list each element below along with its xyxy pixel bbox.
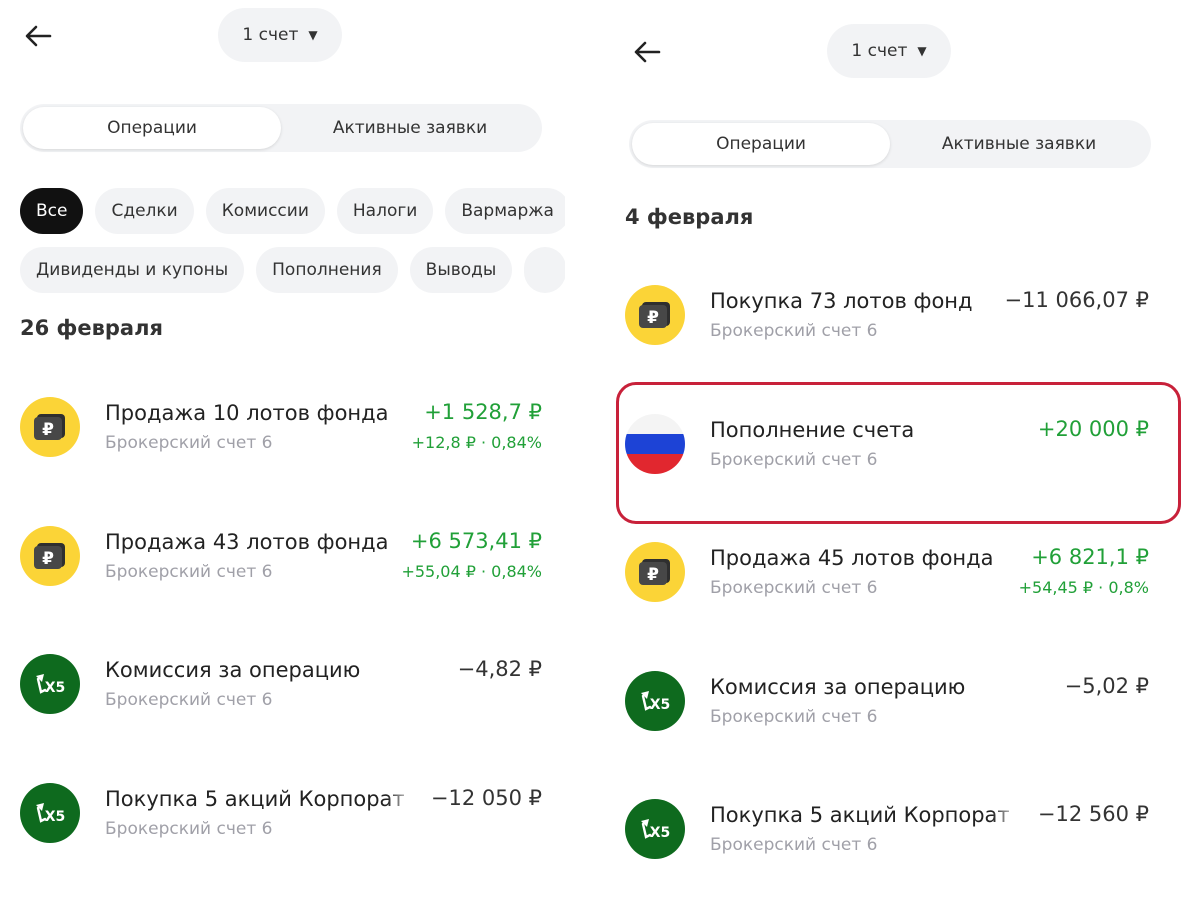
operation-account: Брокерский счет 6	[710, 321, 878, 341]
operation-amount: −5,02 ₽	[1064, 674, 1149, 698]
operation-title: Покупка 5 акций Корпорат	[710, 803, 1020, 827]
operation-account: Брокерский счет 6	[710, 835, 878, 855]
svg-text:X5: X5	[650, 697, 671, 713]
operation-profit: +54,45 ₽ · 0,8%	[1018, 578, 1149, 597]
x5-logo-icon: X5	[625, 799, 685, 859]
svg-text:₽: ₽	[42, 549, 54, 569]
ruble-fund-icon: ₽	[20, 526, 80, 586]
operation-amount: +6 573,41 ₽	[410, 529, 542, 553]
operation-amount: −11 066,07 ₽	[1004, 288, 1149, 312]
filter-chip-withdrawals[interactable]: Выводы	[409, 247, 513, 293]
svg-text:₽: ₽	[42, 420, 54, 440]
back-arrow-icon[interactable]	[18, 16, 58, 56]
operation-row[interactable]: ₽ Покупка 73 лотов фонд Брокерский счет …	[625, 275, 1152, 355]
date-header: 26 февраля	[20, 316, 163, 340]
tab-operations[interactable]: Операции	[632, 123, 890, 165]
filter-chip-dividends[interactable]: Дивиденды и купоны	[20, 247, 245, 293]
filter-chip-more[interactable]	[524, 247, 565, 293]
caret-down-icon: ▼	[917, 44, 927, 58]
filter-chip-varmargin[interactable]: Вармаржа	[445, 188, 565, 234]
segmented-tabs: Операции Активные заявки	[629, 120, 1151, 168]
svg-text:X5: X5	[45, 680, 66, 696]
filter-row-1: Все Сделки Комиссии Налоги Вармаржа	[20, 188, 565, 234]
operation-row[interactable]: ₽ Продажа 45 лотов фонда Брокерский счет…	[625, 532, 1152, 612]
operation-account: Брокерский счет 6	[105, 433, 273, 453]
right-screen: 1 счет ▼ Операции Активные заявки 4 февр…	[605, 15, 1200, 908]
operation-profit: +55,04 ₽ · 0,84%	[401, 562, 542, 581]
account-selector[interactable]: 1 счет ▼	[218, 8, 342, 62]
operation-row[interactable]: ₽ Продажа 43 лотов фонда Брокерский счет…	[20, 516, 545, 596]
ruble-fund-icon: ₽	[625, 285, 685, 345]
account-label: 1 счет	[242, 25, 299, 45]
segmented-tabs: Операции Активные заявки	[20, 104, 542, 152]
svg-text:X5: X5	[45, 809, 66, 825]
filter-chip-all[interactable]: Все	[20, 188, 84, 234]
account-label: 1 счет	[851, 41, 908, 61]
operation-row[interactable]: ₽ Продажа 10 лотов фонда Брокерский счет…	[20, 387, 545, 467]
caret-down-icon: ▼	[308, 28, 318, 42]
operation-amount: −4,82 ₽	[457, 657, 542, 681]
tab-operations[interactable]: Операции	[23, 107, 281, 149]
operation-account: Брокерский счет 6	[105, 819, 273, 839]
operation-title: Комиссия за операцию	[710, 675, 1020, 699]
account-selector[interactable]: 1 счет ▼	[827, 24, 951, 78]
x5-logo-icon: X5	[20, 783, 80, 843]
operation-amount: +6 821,1 ₽	[1031, 545, 1149, 569]
operation-row[interactable]: X5 Комиссия за операцию Брокерский счет …	[625, 661, 1152, 741]
operation-row[interactable]: X5 Покупка 5 акций Корпорат Брокерский с…	[625, 789, 1152, 869]
filter-chip-deposits[interactable]: Пополнения	[256, 247, 398, 293]
operation-title: Продажа 43 лотов фонда	[105, 530, 415, 554]
svg-text:₽: ₽	[647, 308, 659, 328]
svg-text:₽: ₽	[647, 565, 659, 585]
operation-amount: −12 050 ₽	[430, 786, 542, 810]
operation-row[interactable]: X5 Покупка 5 акций Корпорат Брокерский с…	[20, 773, 545, 853]
x5-logo-icon: X5	[20, 654, 80, 714]
back-arrow-icon[interactable]	[627, 32, 667, 72]
filter-chip-commissions[interactable]: Комиссии	[205, 188, 325, 234]
operation-account: Брокерский счет 6	[105, 562, 273, 582]
tab-active-orders[interactable]: Активные заявки	[281, 107, 539, 149]
operation-account: Брокерский счет 6	[105, 690, 273, 710]
filter-chip-taxes[interactable]: Налоги	[336, 188, 434, 234]
operation-title: Пополнение счета	[710, 418, 1020, 442]
operation-account: Брокерский счет 6	[710, 707, 878, 727]
operation-title: Продажа 45 лотов фонда	[710, 546, 1020, 570]
operation-account: Брокерский счет 6	[710, 450, 878, 470]
operation-title: Покупка 5 акций Корпорат	[105, 787, 415, 811]
operation-title: Покупка 73 лотов фонд	[710, 289, 1020, 313]
operation-profit: +12,8 ₽ · 0,84%	[411, 433, 542, 452]
operation-title: Продажа 10 лотов фонда	[105, 401, 415, 425]
tab-active-orders[interactable]: Активные заявки	[890, 123, 1148, 165]
date-header: 4 февраля	[625, 205, 754, 229]
operation-row[interactable]: Пополнение счета Брокерский счет 6 +20 0…	[625, 404, 1152, 484]
left-screen: 1 счет ▼ Операции Активные заявки Все Сд…	[0, 0, 565, 893]
filter-row-2: Дивиденды и купоны Пополнения Выводы	[20, 247, 565, 293]
ruble-fund-icon: ₽	[625, 542, 685, 602]
x5-logo-icon: X5	[625, 671, 685, 731]
operation-amount: +1 528,7 ₽	[424, 400, 542, 424]
operation-title: Комиссия за операцию	[105, 658, 415, 682]
russia-flag-icon	[625, 414, 685, 474]
operation-amount: +20 000 ₽	[1037, 417, 1149, 441]
filter-chip-deals[interactable]: Сделки	[95, 188, 194, 234]
svg-text:X5: X5	[650, 825, 671, 841]
operation-account: Брокерский счет 6	[710, 578, 878, 598]
operation-amount: −12 560 ₽	[1037, 802, 1149, 826]
ruble-fund-icon: ₽	[20, 397, 80, 457]
operation-row[interactable]: X5 Комиссия за операцию Брокерский счет …	[20, 644, 545, 724]
